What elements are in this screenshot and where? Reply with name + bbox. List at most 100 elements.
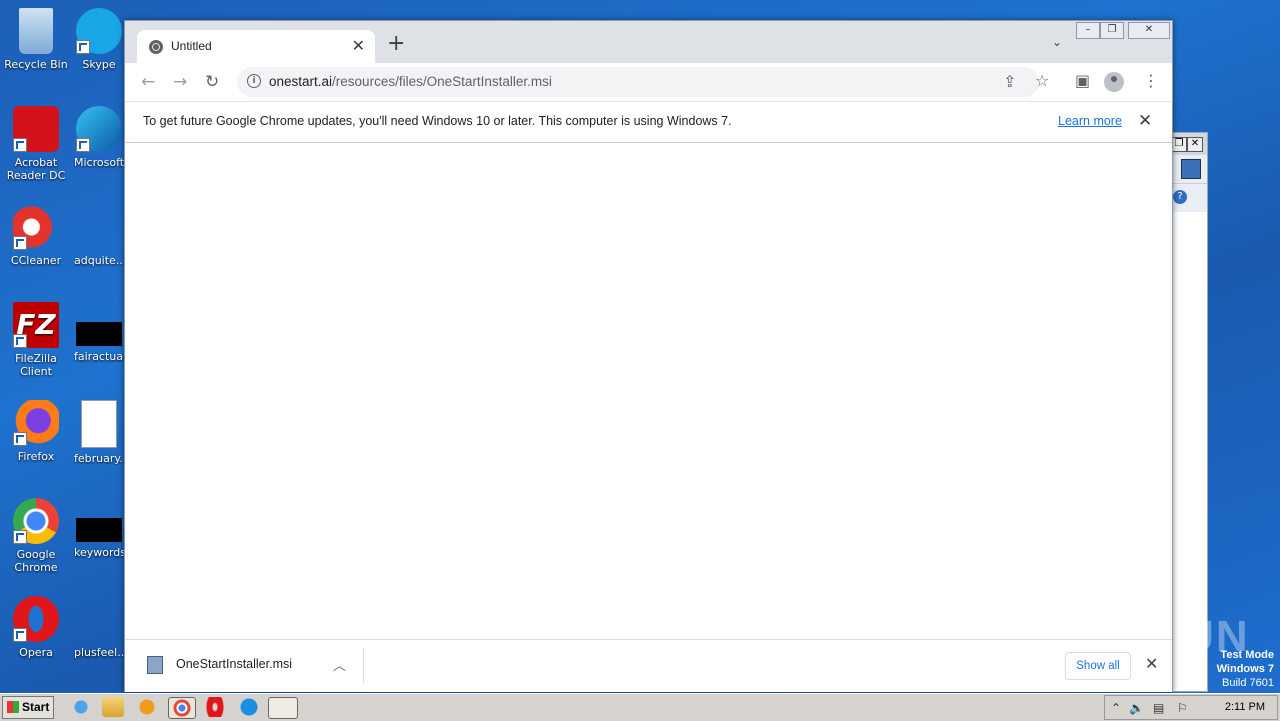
side-panel-icon[interactable]: ▣ (1075, 72, 1090, 90)
test-mode-line3: Build 7601 (1222, 677, 1274, 689)
taskbar-media-player-icon[interactable] (136, 697, 158, 717)
back-arrow-icon[interactable]: ← (141, 72, 155, 92)
chevron-up-icon[interactable]: ︿ (333, 655, 346, 674)
firefox-icon (13, 400, 59, 446)
network-icon[interactable]: ▤ (1153, 701, 1164, 715)
desktop-icon-filezilla[interactable]: FZ FileZilla Client (0, 302, 72, 378)
tab-search-chevron-icon[interactable]: ⌄ (1052, 35, 1062, 49)
desktop-icon-label: Microsoft (74, 156, 124, 169)
show-all-button[interactable]: Show all (1065, 652, 1131, 680)
profile-avatar-icon[interactable] (1104, 72, 1124, 92)
desktop-icon-recycle-bin[interactable]: Recycle Bin (0, 8, 72, 71)
menu-kebab-icon[interactable]: ⋮ (1143, 72, 1159, 90)
desktop-icon-label: Skype (82, 58, 116, 71)
desktop-icon-label: FileZilla Client (15, 352, 57, 378)
desktop-icon-acrobat[interactable]: Acrobat Reader DC (0, 106, 72, 182)
address-bar[interactable]: i onestart.ai/resources/files/OneStartIn… (237, 67, 1049, 97)
desktop-icon-label: CCleaner (10, 254, 62, 267)
skype-icon (76, 8, 122, 54)
desktop-icon-firefox[interactable]: Firefox (0, 400, 72, 463)
desktop-icon-skype[interactable]: Skype (74, 8, 124, 71)
filezilla-icon: FZ (13, 302, 59, 348)
recycle-bin-icon (19, 8, 53, 54)
file-icon (76, 204, 122, 250)
infobar-message: To get future Google Chrome updates, you… (143, 114, 732, 128)
url-host: onestart.ai (269, 74, 333, 89)
desktop-icon-february[interactable]: february... (74, 400, 124, 465)
taskbar-opera-icon[interactable] (204, 697, 226, 717)
file-icon (76, 596, 122, 642)
desktop-icon-label: keywords... (74, 546, 124, 559)
desktop-icon-label: Opera (19, 646, 53, 659)
desktop-icon-microsoft-edge[interactable]: Microsoft (74, 106, 124, 169)
desktop-icon-label: Firefox (17, 450, 55, 463)
msi-file-icon (147, 656, 163, 674)
windows-flag-icon (7, 701, 19, 713)
tab-untitled[interactable]: Untitled ✕ (137, 30, 375, 63)
search-icon[interactable] (1181, 159, 1201, 179)
desktop-icon-opera[interactable]: Opera (0, 596, 72, 659)
desktop-icon-label: fairactua... (74, 350, 124, 363)
reload-icon[interactable]: ↻ (205, 72, 219, 92)
desktop-icon-plusfeel[interactable]: plusfeel... (74, 596, 124, 659)
test-mode-line1: Test Mode (1220, 649, 1274, 661)
page-content (125, 143, 1172, 639)
desktop-icon-label: adquite... (74, 254, 124, 267)
desktop-icon-keywords[interactable]: keywords... (74, 498, 124, 559)
download-bar-close-icon[interactable]: ✕ (1145, 654, 1158, 673)
download-bar: OneStartInstaller.msi ︿ Show all ✕ (125, 639, 1172, 692)
share-icon[interactable]: ⇪ (1003, 73, 1016, 91)
edge-icon (76, 106, 122, 152)
learn-more-link[interactable]: Learn more (1058, 114, 1122, 128)
download-separator (363, 648, 364, 684)
chrome-icon (13, 498, 59, 544)
clock[interactable]: 2:11 PM (1225, 701, 1265, 713)
chrome-window: Untitled ✕ + ⌄ – ❐ ✕ ← → ↻ i onestart.ai… (124, 20, 1173, 692)
tray-expand-icon[interactable]: ⌃ (1111, 701, 1121, 715)
infobar-close-icon[interactable]: ✕ (1138, 111, 1152, 131)
desktop-icon-adquite[interactable]: adquite... (74, 204, 124, 267)
address-url: onestart.ai/resources/files/OneStartInst… (269, 74, 552, 89)
maximize-icon[interactable]: ❐ (1100, 22, 1124, 39)
start-label: Start (22, 700, 50, 714)
ccleaner-icon (13, 204, 59, 250)
desktop-icon-ccleaner[interactable]: CCleaner (0, 204, 72, 267)
globe-icon (149, 40, 163, 54)
word-document-icon (81, 400, 117, 448)
close-icon[interactable]: ✕ (1187, 137, 1203, 152)
opera-icon (13, 596, 59, 642)
action-center-flag-icon[interactable]: ⚐ (1177, 701, 1188, 715)
url-path: /resources/files/OneStartInstaller.msi (332, 74, 552, 89)
tab-close-icon[interactable]: ✕ (352, 36, 365, 55)
test-mode-line2: Windows 7 (1216, 663, 1274, 675)
taskbar: Start ⌃ 🔈 ▤ ⚐ 2:11 PM (0, 693, 1280, 721)
desktop-icon-label: Google Chrome (14, 548, 58, 574)
desktop-icon-google-chrome[interactable]: Google Chrome (0, 498, 72, 574)
new-tab-button[interactable]: + (387, 33, 405, 55)
close-window-icon[interactable]: ✕ (1128, 22, 1170, 39)
site-info-icon[interactable]: i (247, 74, 261, 88)
taskbar-installer-icon[interactable] (268, 697, 298, 719)
browser-toolbar: ← → ↻ i onestart.ai/resources/files/OneS… (125, 63, 1172, 102)
minimize-icon[interactable]: – (1076, 22, 1100, 39)
restore-icon[interactable]: ❐ (1171, 137, 1187, 152)
help-icon[interactable]: ? (1173, 190, 1187, 204)
taskbar-chrome-icon[interactable] (168, 697, 196, 719)
file-icon (76, 322, 122, 346)
test-mode-text: Test Mode Windows 7 Build 7601 (1217, 648, 1274, 690)
desktop-icon-fairactua[interactable]: fairactua... (74, 302, 124, 363)
desktop-icon-label: plusfeel... (74, 646, 124, 659)
update-infobar: To get future Google Chrome updates, you… (125, 102, 1172, 143)
desktop-icon-label: Acrobat Reader DC (6, 156, 66, 182)
bookmark-star-icon[interactable]: ☆ (1035, 72, 1049, 90)
desktop-icon-label: Recycle Bin (4, 58, 68, 71)
file-icon (76, 518, 122, 542)
taskbar-ie-icon[interactable] (70, 697, 92, 717)
taskbar-explorer-icon[interactable] (102, 697, 124, 717)
volume-icon[interactable]: 🔈 (1129, 701, 1144, 715)
download-item[interactable]: OneStartInstaller.msi ︿ (143, 652, 363, 678)
start-button[interactable]: Start (2, 696, 54, 719)
taskbar-edge-icon[interactable] (238, 697, 260, 717)
forward-arrow-icon[interactable]: → (173, 72, 187, 92)
tab-strip: Untitled ✕ + ⌄ – ❐ ✕ (125, 21, 1172, 63)
